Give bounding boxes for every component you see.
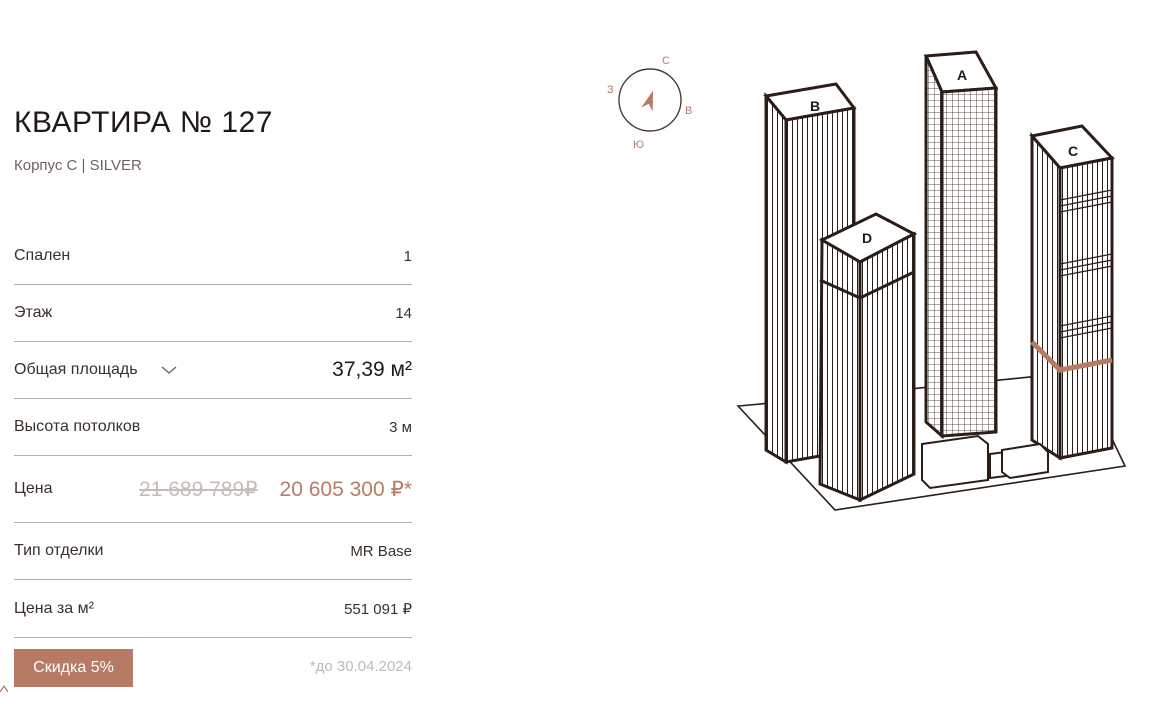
spec-row-price-per-m2: Цена за м² 551 091 ₽ xyxy=(14,580,412,638)
spec-row-floor: Этаж 14 xyxy=(14,285,412,342)
spec-row-ceiling: Высота потолков 3 м xyxy=(14,399,412,456)
compass-east: В xyxy=(685,105,692,117)
compass-west: З xyxy=(607,84,614,96)
specs-list: Спален 1 Этаж 14 Общая площадь 37,39 м² … xyxy=(14,228,412,638)
finish-label: Тип отделки xyxy=(14,542,104,559)
ceiling-label: Высота потолков xyxy=(14,418,141,435)
apartment-title: КВАРТИРА № 127 xyxy=(14,106,273,139)
compass-north: С xyxy=(662,55,670,67)
spec-row-price: Цена 21 689 789₽ 20 605 300 ₽* xyxy=(14,456,412,523)
price-label: Цена xyxy=(14,480,53,497)
new-price: 20 605 300 ₽* xyxy=(279,477,412,501)
spec-row-finish: Тип отделки MR Base xyxy=(14,523,412,580)
finish-value: MR Base xyxy=(350,542,412,560)
tower-c[interactable]: C xyxy=(1029,124,1115,461)
tower-b-label: B xyxy=(810,98,820,114)
compass-south: Ю xyxy=(633,139,644,150)
price-per-m2-value: 551 091 ₽ xyxy=(344,600,412,618)
discount-button[interactable]: Скидка 5% xyxy=(14,649,133,687)
area-label: Общая площадь xyxy=(14,361,138,378)
spec-row-bedrooms: Спален 1 xyxy=(14,228,412,285)
bedrooms-value: 1 xyxy=(403,247,412,265)
area-value: 37,39 м² xyxy=(332,358,412,381)
area-toggle[interactable]: Общая площадь xyxy=(14,361,178,379)
chevron-down-icon[interactable] xyxy=(160,361,178,379)
tower-a-label: A xyxy=(957,67,967,83)
old-price: 21 689 789₽ xyxy=(139,477,258,501)
spec-row-area[interactable]: Общая площадь 37,39 м² xyxy=(14,342,412,399)
tower-a[interactable]: A xyxy=(923,50,999,440)
corner-mark-icon xyxy=(0,684,8,692)
compass: С В Ю З xyxy=(607,55,692,150)
apartment-subtitle: Корпус C | SILVER xyxy=(14,157,142,174)
tower-d-label: D xyxy=(862,230,872,246)
price-per-m2-label: Цена за м² xyxy=(14,599,94,617)
bedrooms-label: Спален xyxy=(14,247,71,264)
ceiling-value: 3 м xyxy=(389,418,412,436)
floor-label: Этаж xyxy=(14,304,53,321)
tower-d[interactable]: D xyxy=(818,212,918,503)
floor-value: 14 xyxy=(395,304,412,322)
tower-c-label: C xyxy=(1068,143,1078,159)
compass-arrow-icon xyxy=(641,90,654,112)
discount-deadline: *до 30.04.2024 xyxy=(309,658,412,675)
towers-illustration: B A C D xyxy=(736,50,1127,511)
price-values: 21 689 789₽ 20 605 300 ₽* xyxy=(139,477,412,502)
